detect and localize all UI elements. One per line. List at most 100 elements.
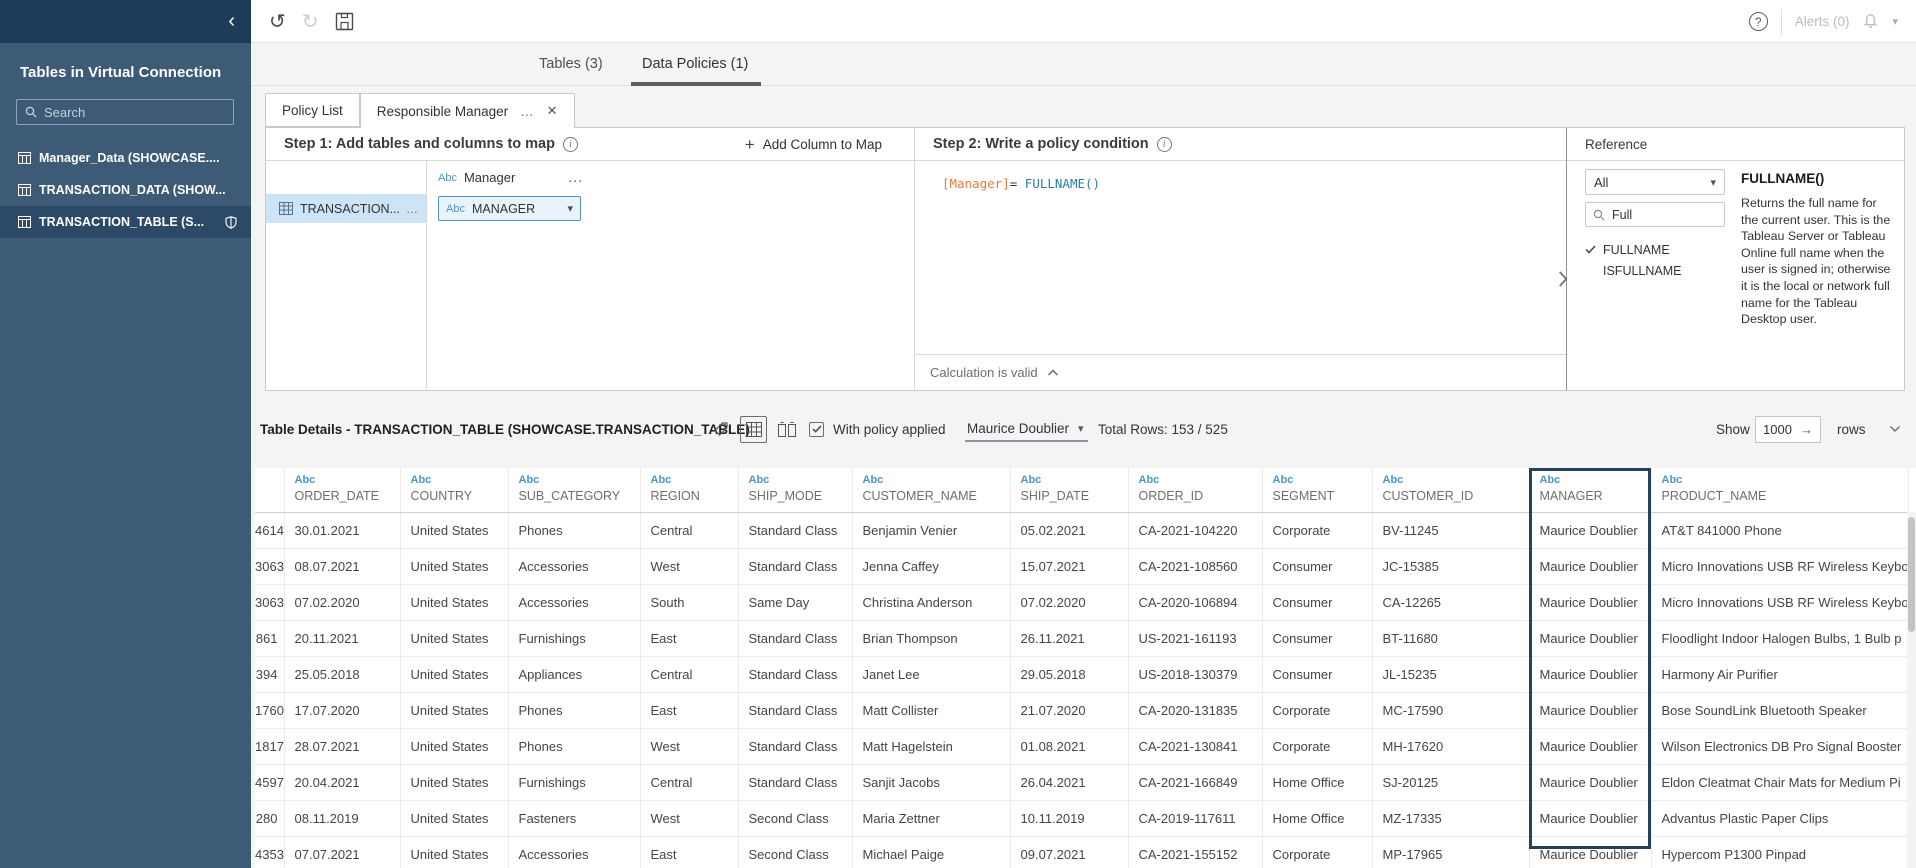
cell: 4353 xyxy=(255,836,285,868)
cell: 1760 xyxy=(255,692,285,729)
cell: 25.05.2018 xyxy=(284,656,401,693)
tab-policy-list[interactable]: Policy List xyxy=(265,93,360,127)
column-header[interactable]: Abc CUSTOMER_ID xyxy=(1372,468,1530,513)
cell: 05.02.2021 xyxy=(1010,512,1129,549)
preview-user-dropdown[interactable]: Maurice Doublier ▾ xyxy=(965,416,1088,442)
column-type-icon: Abc xyxy=(518,474,540,486)
cell: United States xyxy=(400,512,509,549)
collapse-sidebar-icon[interactable]: ‹ xyxy=(228,10,235,32)
info-icon[interactable]: i xyxy=(562,136,578,152)
column-name: COUNTRY xyxy=(410,489,473,503)
code-operator-token: = xyxy=(1009,176,1018,191)
column-header[interactable] xyxy=(255,468,285,513)
sidebar-search[interactable] xyxy=(16,99,234,125)
column-header[interactable]: Abc SHIP_DATE xyxy=(1010,468,1129,513)
mapping-column-menu-icon[interactable]: … xyxy=(567,169,583,187)
column-name: PRODUCT_NAME xyxy=(1661,489,1767,503)
cell: Micro Innovations USB RF Wireless Keybo xyxy=(1651,548,1909,585)
code-field-token: [Manager] xyxy=(942,176,1010,191)
save-icon[interactable] xyxy=(335,12,354,31)
cell: Maurice Doublier xyxy=(1529,584,1652,621)
cell: MZ-17335 xyxy=(1372,800,1530,837)
sidebar-table-list: Manager_Data (SHOWCASE.... TRANSACTION_D… xyxy=(0,142,251,238)
cell: CA-2021-108560 xyxy=(1128,548,1263,585)
column-name: SHIP_MODE xyxy=(748,489,823,503)
cell: US-2021-161193 xyxy=(1128,620,1263,657)
policy-tab-menu-icon[interactable]: … xyxy=(520,104,535,119)
sidebar-search-input[interactable] xyxy=(44,104,214,120)
vertical-scrollbar[interactable] xyxy=(1907,512,1916,868)
scrollbar-thumb[interactable] xyxy=(1908,517,1915,632)
mapping-column-name: Manager xyxy=(463,170,516,185)
cell: Same Day xyxy=(738,584,853,621)
function-search[interactable] xyxy=(1585,202,1725,227)
cell: 07.07.2021 xyxy=(284,836,401,868)
cell: 08.11.2019 xyxy=(284,800,401,837)
cards-view-button[interactable] xyxy=(778,404,796,454)
sidebar-table-item[interactable]: Manager_Data (SHOWCASE.... xyxy=(0,142,251,174)
function-name: ISFULLNAME xyxy=(1603,263,1682,278)
main-tab-bar: Tables (3) Data Policies (1) xyxy=(251,43,1916,86)
help-icon[interactable]: ? xyxy=(1748,12,1768,31)
cell: 01.08.2021 xyxy=(1010,728,1129,765)
cell: 28.07.2021 xyxy=(284,728,401,765)
table-details-bar: Table Details - TRANSACTION_TABLE (SHOWC… xyxy=(251,404,1916,454)
sidebar-table-item[interactable]: TRANSACTION_DATA (SHOW... xyxy=(0,174,251,206)
cell: Jenna Caffey xyxy=(852,548,1011,585)
tab-responsible-manager[interactable]: Responsible Manager … ✕ xyxy=(359,93,575,128)
column-header[interactable]: Abc MANAGER xyxy=(1529,468,1652,513)
column-header[interactable]: Abc CUSTOMER_NAME xyxy=(852,468,1011,513)
column-header[interactable]: Abc PRODUCT_NAME xyxy=(1651,468,1909,513)
alerts-label[interactable]: Alerts (0) xyxy=(1795,14,1850,29)
user-menu-caret-icon[interactable]: ▾ xyxy=(1892,15,1898,28)
column-header[interactable]: Abc SEGMENT xyxy=(1262,468,1373,513)
step1-header: Step 1: Add tables and columns to map i … xyxy=(266,128,914,161)
table-row: 4353 07.07.2021 United States Accessorie… xyxy=(255,836,1909,868)
table-row: 4597 20.04.2021 United States Furnishing… xyxy=(255,764,1909,801)
policy-condition-editor[interactable]: [Manager]= FULLNAME() xyxy=(915,161,1566,191)
function-list-item[interactable]: ISFULLNAME xyxy=(1585,260,1725,281)
search-icon xyxy=(25,106,37,118)
cell: Michael Paige xyxy=(852,836,1011,868)
cell: South xyxy=(640,584,739,621)
with-policy-checkbox[interactable] xyxy=(809,404,824,454)
bell-icon[interactable] xyxy=(1862,13,1879,30)
function-category-select[interactable]: All ▾ xyxy=(1585,169,1725,195)
column-name: SHIP_DATE xyxy=(1020,489,1090,503)
tab-data-policies[interactable]: Data Policies (1) xyxy=(642,43,748,85)
column-header[interactable]: Abc SHIP_MODE xyxy=(738,468,853,513)
function-search-input[interactable] xyxy=(1612,207,1707,222)
column-header[interactable]: Abc REGION xyxy=(640,468,739,513)
search-icon xyxy=(1593,209,1605,220)
mapped-table-menu-icon[interactable]: … xyxy=(406,202,418,216)
row-limit-input-box[interactable]: → xyxy=(1755,416,1821,443)
chevron-up-icon[interactable] xyxy=(1047,368,1059,377)
mapped-table-chip[interactable]: TRANSACTION... … xyxy=(266,194,426,223)
policy-list-tab-label: Policy List xyxy=(282,102,343,118)
step2-title: Step 2: Write a policy condition xyxy=(933,136,1149,152)
column-header[interactable]: Abc ORDER_ID xyxy=(1128,468,1263,513)
cell: CA-2021-155152 xyxy=(1128,836,1263,868)
undo-icon[interactable]: ↺ xyxy=(269,12,286,32)
cell: West xyxy=(640,548,739,585)
preview-user-value: Maurice Doublier xyxy=(967,420,1070,436)
sidebar-table-item[interactable]: TRANSACTION_TABLE (S... xyxy=(0,206,251,238)
row-limit-input[interactable] xyxy=(1763,422,1799,437)
cell: United States xyxy=(400,548,509,585)
redo-icon[interactable]: ↻ xyxy=(302,12,319,32)
collapse-details-chevron-icon[interactable] xyxy=(1889,404,1901,454)
column-header[interactable]: Abc COUNTRY xyxy=(400,468,509,513)
close-policy-tab-icon[interactable]: ✕ xyxy=(547,103,558,119)
tab-tables[interactable]: Tables (3) xyxy=(539,43,603,85)
column-header[interactable]: Abc SUB_CATEGORY xyxy=(508,468,641,513)
mapped-column-dropdown[interactable]: Abc MANAGER ▾ xyxy=(438,196,581,221)
tag-icon[interactable] xyxy=(713,404,729,454)
function-list-item[interactable]: FULLNAME xyxy=(1585,239,1725,260)
reference-header: Reference xyxy=(1567,128,1905,161)
add-column-to-map-button[interactable]: + Add Column to Map xyxy=(745,128,882,161)
column-header[interactable]: Abc ORDER_DATE xyxy=(284,468,401,513)
grid-view-button[interactable] xyxy=(740,416,767,443)
info-icon[interactable]: i xyxy=(1156,136,1172,152)
collapse-reference-chevron-icon[interactable] xyxy=(1556,270,1570,288)
apply-row-limit-icon[interactable]: → xyxy=(1800,422,1813,437)
